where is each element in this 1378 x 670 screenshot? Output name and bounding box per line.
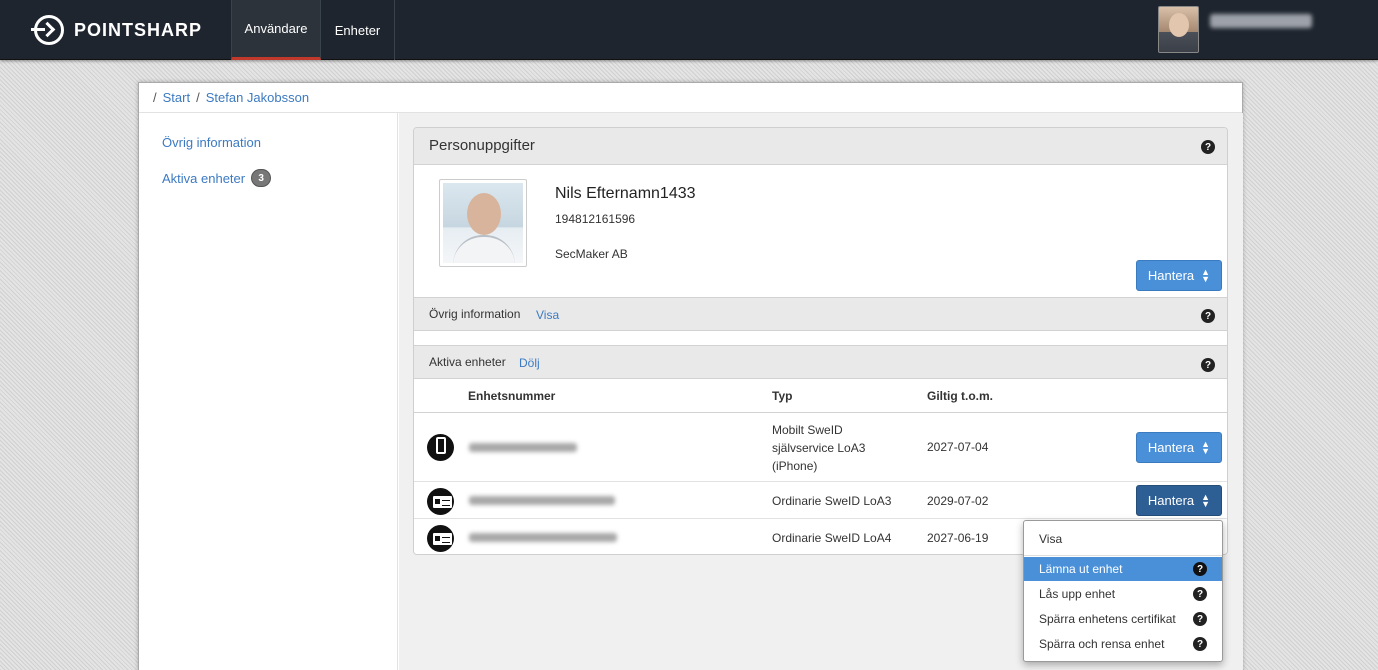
- breadcrumb: / Start / Stefan Jakobsson: [139, 83, 1242, 113]
- menu-item-show[interactable]: Visa: [1024, 527, 1222, 551]
- breadcrumb-separator: /: [196, 90, 200, 105]
- section-other-info: Övrig information Visa ?: [414, 297, 1227, 331]
- device-number-redacted: [469, 496, 615, 505]
- section-label: Övrig information: [429, 307, 521, 321]
- help-icon[interactable]: ?: [1201, 140, 1215, 154]
- column-header-device-number[interactable]: Enhetsnummer: [468, 389, 555, 403]
- help-icon[interactable]: ?: [1201, 309, 1215, 323]
- pointsharp-logo-icon: [31, 15, 64, 45]
- sidebar-item-label: Övrig information: [162, 135, 261, 150]
- help-icon[interactable]: ?: [1201, 358, 1215, 372]
- device-valid-until: 2027-06-19: [927, 531, 989, 545]
- sort-caret-icon: ▲ ▼: [1201, 438, 1211, 456]
- device-number-redacted: [469, 443, 577, 452]
- device-valid-until: 2027-07-04: [927, 440, 989, 454]
- device-valid-until: 2029-07-02: [927, 494, 989, 508]
- panel-title: Personuppgifter: [429, 137, 535, 154]
- id-card-icon: [427, 488, 454, 515]
- menu-divider: [1024, 555, 1222, 556]
- manage-person-button[interactable]: Hantera ▲ ▼: [1136, 260, 1222, 291]
- show-other-info-link[interactable]: Visa: [536, 308, 559, 322]
- manage-device-button[interactable]: Hantera ▲ ▼: [1136, 485, 1222, 516]
- sidebar-item-label: Aktiva enheter: [162, 170, 246, 186]
- devices-table-header: Enhetsnummer Typ Giltig t.o.m.: [414, 379, 1227, 413]
- column-header-type[interactable]: Typ: [772, 389, 792, 403]
- tab-devices[interactable]: Enheter: [321, 0, 395, 60]
- top-navigation-bar: POINTSHARP Användare Enheter: [0, 0, 1378, 60]
- sidebar-item-active-devices[interactable]: Aktiva enheter 3: [162, 169, 272, 187]
- help-icon[interactable]: ?: [1193, 587, 1207, 601]
- breadcrumb-start-link[interactable]: Start: [163, 90, 190, 105]
- menu-item-unlock-device[interactable]: Lås upp enhet ?: [1024, 582, 1222, 606]
- table-row: Ordinarie SweID LoA3 2029-07-02 Hantera …: [414, 482, 1227, 519]
- device-count-badge: 3: [251, 169, 272, 187]
- help-icon[interactable]: ?: [1193, 612, 1207, 626]
- tab-users[interactable]: Användare: [231, 0, 321, 60]
- button-label: Hantera: [1147, 440, 1195, 455]
- section-active-devices: Aktiva enheter Dölj ?: [414, 345, 1227, 379]
- user-name-redacted[interactable]: [1210, 14, 1312, 28]
- user-avatar[interactable]: [1158, 6, 1199, 53]
- menu-item-revoke-and-wipe[interactable]: Spärra och rensa enhet ?: [1024, 632, 1222, 656]
- table-row: Mobilt SweID självservice LoA3 (iPhone) …: [414, 413, 1227, 482]
- device-type: Ordinarie SweID LoA4: [772, 531, 892, 545]
- section-label: Aktiva enheter: [429, 355, 506, 369]
- help-icon[interactable]: ?: [1193, 637, 1207, 651]
- brand-name: POINTSHARP: [74, 19, 203, 40]
- sidebar-item-other-info[interactable]: Övrig information: [162, 135, 261, 150]
- hide-active-devices-link[interactable]: Dölj: [519, 356, 540, 370]
- person-photo: [439, 179, 527, 267]
- person-organization: SecMaker AB: [555, 247, 628, 261]
- device-type: Mobilt SweID självservice LoA3 (iPhone): [772, 423, 866, 473]
- sidebar: Övrig information Aktiva enheter 3: [139, 113, 398, 670]
- help-icon[interactable]: ?: [1193, 562, 1207, 576]
- panel-header: Personuppgifter ?: [414, 128, 1227, 165]
- menu-item-hand-out-device[interactable]: Lämna ut enhet ?: [1024, 557, 1222, 581]
- person-id-number: 194812161596: [555, 212, 636, 226]
- breadcrumb-separator: /: [153, 90, 157, 105]
- manage-device-button[interactable]: Hantera ▲ ▼: [1136, 432, 1222, 463]
- sort-caret-icon: ▲ ▼: [1201, 491, 1211, 509]
- person-name: Nils Efternamn1433: [555, 185, 696, 202]
- smartphone-icon: [427, 434, 454, 461]
- column-header-valid-until[interactable]: Giltig t.o.m.: [927, 389, 993, 403]
- button-label: Hantera: [1147, 493, 1195, 508]
- breadcrumb-user-link[interactable]: Stefan Jakobsson: [206, 90, 309, 105]
- personal-details-panel: Personuppgifter ? Nils Efternamn1433 194…: [413, 127, 1228, 555]
- device-type: Ordinarie SweID LoA3: [772, 494, 892, 508]
- menu-item-revoke-certificate[interactable]: Spärra enhetens certifikat ?: [1024, 607, 1222, 631]
- device-number-redacted: [469, 533, 617, 542]
- button-label: Hantera: [1147, 268, 1195, 283]
- pointsharp-logo[interactable]: POINTSHARP: [31, 14, 203, 46]
- sort-caret-icon: ▲ ▼: [1201, 266, 1211, 284]
- id-card-icon: [427, 525, 454, 552]
- device-actions-menu: Visa Lämna ut enhet ? Lås upp enhet ? Sp…: [1023, 520, 1223, 662]
